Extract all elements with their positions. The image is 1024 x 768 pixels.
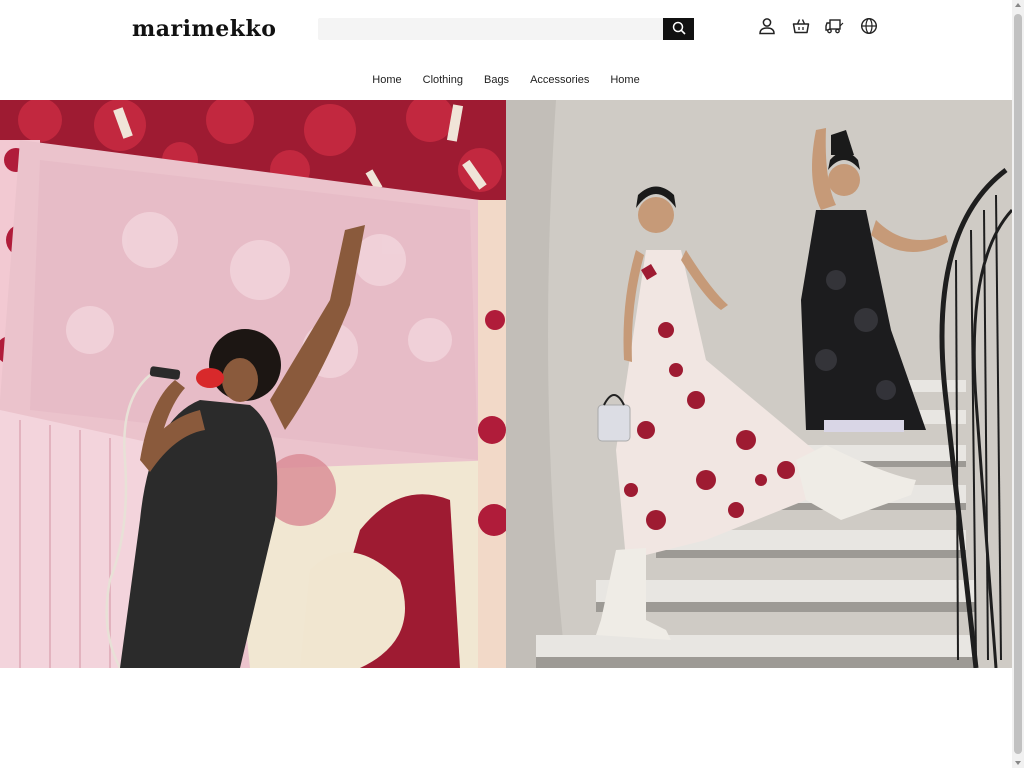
hero-image-right[interactable] <box>506 100 1012 668</box>
scroll-up-icon[interactable] <box>1015 3 1021 7</box>
nav-item-clothing[interactable]: Clothing <box>412 72 473 88</box>
nav-item-bags[interactable]: Bags <box>473 72 519 88</box>
nav-item-accessories[interactable]: Accessories <box>520 72 600 88</box>
brand-logo[interactable]: marimekko <box>132 16 276 42</box>
main-nav: Home Clothing Bags Accessories Home <box>0 72 1012 88</box>
scroll-thumb[interactable] <box>1014 14 1022 754</box>
delivery-truck-icon[interactable] <box>824 15 845 36</box>
search-icon <box>672 21 686 38</box>
user-icon[interactable] <box>756 15 777 36</box>
globe-icon[interactable] <box>858 15 879 36</box>
shopping-basket-icon[interactable] <box>790 15 811 36</box>
nav-item-home[interactable]: Home <box>362 72 412 88</box>
search-input[interactable] <box>318 18 663 40</box>
nav-item-home-decor[interactable]: Home <box>600 72 650 88</box>
site-header: marimekko Home Clothing Bags Accessories… <box>0 0 1012 100</box>
search-bar <box>318 18 694 40</box>
scroll-down-icon[interactable] <box>1015 761 1021 765</box>
page: marimekko Home Clothing Bags Accessories… <box>0 0 1012 768</box>
search-button[interactable] <box>663 18 694 40</box>
hero-banner <box>0 100 1012 668</box>
hero-image-left[interactable] <box>0 100 506 668</box>
vertical-scrollbar[interactable] <box>1012 0 1024 768</box>
header-actions <box>756 15 879 36</box>
